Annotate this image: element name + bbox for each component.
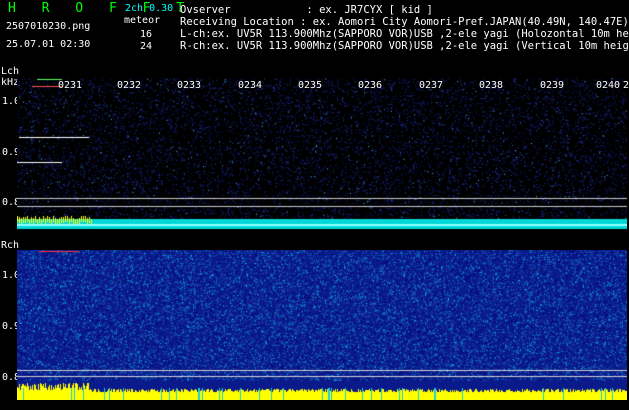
station-info: Ovserver : ex. JR7CYX [ kid ] Receiving … (180, 4, 629, 52)
meteor-label: meteor (124, 15, 161, 26)
meteor-count-lch: 16 (140, 29, 153, 40)
datetime: 25.07.01 02:30 (6, 39, 91, 50)
time-tick-0234: 0234 (238, 80, 263, 91)
time-tick-0238: 0238 (479, 80, 504, 91)
time-tick-0237: 0237 (419, 80, 444, 91)
time-tick-0239: 0239 (540, 80, 565, 91)
filename: 2507010230.png (6, 21, 91, 32)
time-tick-0231: 0231 (58, 80, 83, 91)
time-tick-0233: 0233 (177, 80, 202, 91)
mode-label: 2ch 0.30 (125, 3, 174, 14)
lch-label: Lch (1, 66, 20, 77)
lch-line: L-ch:ex. UV5R 113.900Mhz(SAPPORO VOR)USB… (180, 28, 629, 40)
location-line: Receiving Location : ex. Aomori City Aom… (180, 16, 629, 28)
time-tick-0240: 0240 (596, 80, 621, 91)
time-tick-2: 2 (623, 80, 629, 91)
time-tick-0235: 0235 (298, 80, 323, 91)
time-tick-0232: 0232 (117, 80, 142, 91)
observer-line: Ovserver : ex. JR7CYX [ kid ] (180, 4, 433, 16)
meteor-count-rch: 24 (140, 41, 153, 52)
rch-line: R-ch:ex. UV5R 113.900Mhz(SAPPORO VOR)USB… (180, 40, 629, 52)
rch-spectrogram (17, 250, 627, 400)
lch-spectrogram (17, 78, 627, 230)
time-tick-0236: 0236 (358, 80, 383, 91)
